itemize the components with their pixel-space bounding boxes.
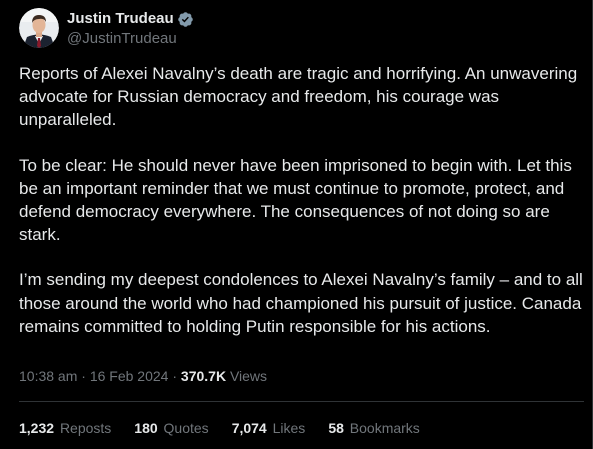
tweet-meta: 10:38 am · 16 Feb 2024 · 370.7K Views xyxy=(19,366,267,386)
bookmarks-count: 58 xyxy=(328,420,344,436)
tweet-paragraph: To be clear: He should never have been i… xyxy=(19,155,572,245)
likes-stat[interactable]: 7,074 Likes xyxy=(232,418,306,438)
author-handle[interactable]: @JustinTrudeau xyxy=(67,29,194,48)
author-names: Justin Trudeau @JustinTrudeau xyxy=(67,10,194,48)
tweet-text: Reports of Alexei Navalny’s death are tr… xyxy=(19,62,584,338)
quotes-count: 180 xyxy=(134,420,158,436)
quotes-label: Quotes xyxy=(163,420,209,436)
views-label: Views xyxy=(226,368,268,384)
bookmarks-stat[interactable]: 58 Bookmarks xyxy=(328,418,420,438)
meta-separator: · xyxy=(168,368,181,384)
tweet-time[interactable]: 10:38 am xyxy=(19,368,77,384)
tweet-date[interactable]: 16 Feb 2024 xyxy=(90,368,169,384)
reposts-count: 1,232 xyxy=(19,420,55,436)
meta-separator: · xyxy=(77,368,90,384)
reposts-label: Reposts xyxy=(59,420,112,436)
views-count[interactable]: 370.7K xyxy=(181,368,226,384)
likes-count: 7,074 xyxy=(231,420,267,436)
quotes-stat[interactable]: 180 Quotes xyxy=(134,418,208,438)
avatar[interactable] xyxy=(19,8,59,48)
likes-label: Likes xyxy=(272,420,306,436)
name-row: Justin Trudeau xyxy=(67,10,194,28)
tweet-header: Justin Trudeau @JustinTrudeau xyxy=(19,8,194,48)
author-display-name[interactable]: Justin Trudeau xyxy=(67,10,174,28)
reposts-stat[interactable]: 1,232 Reposts xyxy=(19,418,111,438)
tweet-paragraph: I’m sending my deepest condolences to Al… xyxy=(19,270,583,336)
engagement-stats: 1,232 Reposts 180 Quotes 7,074 Likes 58 … xyxy=(19,418,443,438)
divider xyxy=(19,401,584,402)
tweet-paragraph: Reports of Alexei Navalny’s death are tr… xyxy=(19,64,578,130)
bookmarks-label: Bookmarks xyxy=(349,420,420,436)
verified-badge-icon[interactable] xyxy=(177,11,194,28)
